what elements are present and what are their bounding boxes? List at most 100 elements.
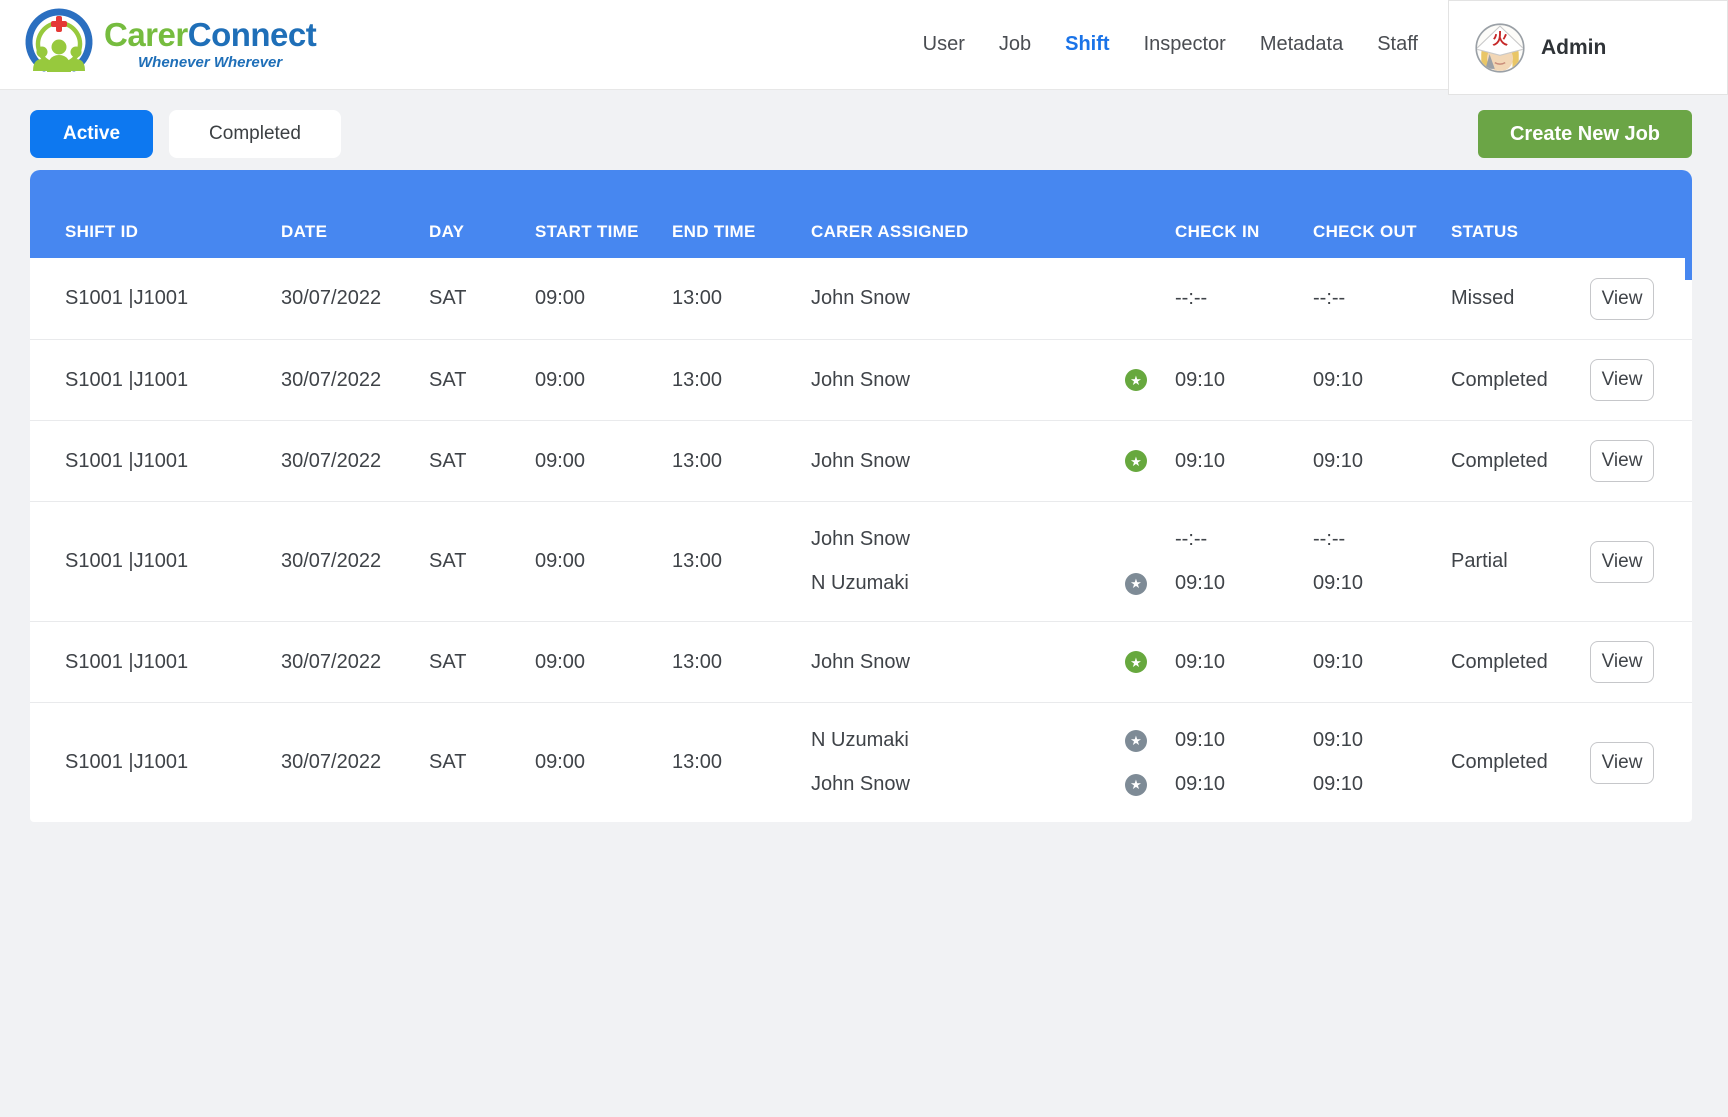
table-row: S1001 |J1001 30/07/2022 SAT 09:00 13:00 … (30, 702, 1692, 822)
view-button[interactable]: View (1590, 541, 1654, 583)
cell-day: SAT (429, 550, 535, 573)
create-new-job-button[interactable]: Create New Job (1478, 110, 1692, 158)
carer-lines: John Snow --:-- --:-- (811, 277, 1451, 321)
carer-check-in: 09:10 (1175, 450, 1313, 473)
top-navbar: CarerConnect Whenever Wherever User Job Sh… (0, 0, 1728, 90)
svg-text:火: 火 (1492, 29, 1508, 47)
table-row: S1001 |J1001 30/07/2022 SAT 09:00 13:00 … (30, 621, 1692, 702)
cell-day: SAT (429, 369, 535, 392)
carer-lines: John Snow ★ 09:10 09:10 (811, 439, 1451, 483)
view-button[interactable]: View (1590, 440, 1654, 482)
carer-cell: N Uzumaki ★ (811, 729, 1175, 752)
view-button[interactable]: View (1590, 359, 1654, 401)
cell-date: 30/07/2022 (281, 369, 429, 392)
tab-active[interactable]: Active (30, 110, 153, 158)
cell-actions: View (1590, 641, 1680, 683)
cell-end-time: 13:00 (672, 369, 811, 392)
table-header: SHIFT ID DATE DAY START TIME END TIME CA… (30, 170, 1692, 258)
cell-status: Completed (1451, 751, 1590, 774)
nav-item-job[interactable]: Job (999, 33, 1031, 56)
carer-check-out: 09:10 (1313, 651, 1451, 674)
nav-item-inspector[interactable]: Inspector (1144, 33, 1226, 56)
carer-check-out: --:-- (1313, 528, 1451, 551)
cell-actions: View (1590, 742, 1680, 784)
brand-name: CarerConnect (104, 18, 316, 51)
star-badge-icon: ★ (1125, 573, 1147, 595)
cell-status: Missed (1451, 287, 1590, 310)
nav-item-shift[interactable]: Shift (1065, 33, 1109, 56)
carer-line: N Uzumaki ★ 09:10 09:10 (811, 719, 1451, 763)
cell-shift-id: S1001 |J1001 (65, 751, 281, 774)
carer-check-in: 09:10 (1175, 369, 1313, 392)
shifts-table: SHIFT ID DATE DAY START TIME END TIME CA… (30, 170, 1692, 822)
carer-line: John Snow ★ 09:10 09:10 (811, 358, 1451, 402)
carer-cell: N Uzumaki ★ (811, 572, 1175, 595)
cell-shift-id: S1001 |J1001 (65, 369, 281, 392)
star-badge-icon: ★ (1125, 651, 1147, 673)
tab-completed[interactable]: Completed (169, 110, 341, 158)
vertical-scrollbar-thumb[interactable] (1685, 258, 1692, 280)
carer-line: John Snow ★ 09:10 09:10 (811, 763, 1451, 807)
admin-menu-button[interactable]: 火 Admin (1448, 0, 1728, 95)
cell-shift-id: S1001 |J1001 (65, 450, 281, 473)
view-button[interactable]: View (1590, 641, 1654, 683)
cell-status: Completed (1451, 450, 1590, 473)
table-body: S1001 |J1001 30/07/2022 SAT 09:00 13:00 … (30, 258, 1692, 822)
carer-line: John Snow --:-- --:-- (811, 277, 1451, 321)
cell-start-time: 09:00 (535, 287, 672, 310)
cell-end-time: 13:00 (672, 651, 811, 674)
cell-day: SAT (429, 651, 535, 674)
cell-date: 30/07/2022 (281, 450, 429, 473)
col-status: STATUS (1451, 222, 1590, 242)
nav-item-staff[interactable]: Staff (1377, 33, 1418, 56)
medical-cross-icon (51, 16, 67, 32)
cell-date: 30/07/2022 (281, 287, 429, 310)
cell-day: SAT (429, 450, 535, 473)
col-end-time: END TIME (672, 222, 811, 242)
carer-name: John Snow (811, 369, 910, 392)
header-sub-group: CARER ASSIGNED CHECK IN CHECK OUT (811, 222, 1451, 242)
carer-cell: John Snow ★ (811, 773, 1175, 796)
carer-check-in: 09:10 (1175, 572, 1313, 595)
nav-item-user[interactable]: User (923, 33, 965, 56)
cell-end-time: 13:00 (672, 450, 811, 473)
col-check-out: CHECK OUT (1313, 222, 1451, 242)
cell-start-time: 09:00 (535, 651, 672, 674)
carer-check-in: --:-- (1175, 287, 1313, 310)
cell-end-time: 13:00 (672, 550, 811, 573)
carer-cell: John Snow ★ (811, 651, 1175, 674)
carer-name: John Snow (811, 450, 910, 473)
view-button[interactable]: View (1590, 742, 1654, 784)
carer-name: N Uzumaki (811, 572, 909, 595)
col-date: DATE (281, 222, 429, 242)
carer-check-out: 09:10 (1313, 729, 1451, 752)
carer-line: John Snow ★ 09:10 09:10 (811, 640, 1451, 684)
star-badge-icon: ★ (1125, 450, 1147, 472)
col-carer-assigned: CARER ASSIGNED (811, 222, 1175, 242)
star-badge-icon: ★ (1125, 774, 1147, 796)
carer-lines: John Snow --:-- --:-- N Uzumaki ★ 09:10 … (811, 518, 1451, 606)
carer-check-out: 09:10 (1313, 572, 1451, 595)
table-row: S1001 |J1001 30/07/2022 SAT 09:00 13:00 … (30, 420, 1692, 501)
carer-lines: N Uzumaki ★ 09:10 09:10 John Snow ★ 09:1… (811, 719, 1451, 807)
cell-shift-id: S1001 |J1001 (65, 287, 281, 310)
brand-logo[interactable]: CarerConnect Whenever Wherever (22, 7, 316, 83)
carer-name: N Uzumaki (811, 729, 909, 752)
brand-name-primary: Carer (104, 16, 188, 53)
admin-avatar: 火 (1475, 23, 1525, 73)
carer-name: John Snow (811, 773, 910, 796)
view-button[interactable]: View (1590, 278, 1654, 320)
carer-check-in: 09:10 (1175, 729, 1313, 752)
cell-date: 30/07/2022 (281, 651, 429, 674)
cell-actions: View (1590, 359, 1680, 401)
nav-item-metadata[interactable]: Metadata (1260, 33, 1343, 56)
carer-check-in: 09:10 (1175, 773, 1313, 796)
cell-actions: View (1590, 278, 1680, 320)
main-nav: User Job Shift Inspector Metadata Staff (923, 33, 1418, 56)
table-row: S1001 |J1001 30/07/2022 SAT 09:00 13:00 … (30, 501, 1692, 621)
carer-cell: John Snow ★ (811, 450, 1175, 473)
carer-name: John Snow (811, 528, 910, 551)
cell-status: Completed (1451, 369, 1590, 392)
carer-cell: John Snow ★ (811, 369, 1175, 392)
col-day: DAY (429, 222, 535, 242)
